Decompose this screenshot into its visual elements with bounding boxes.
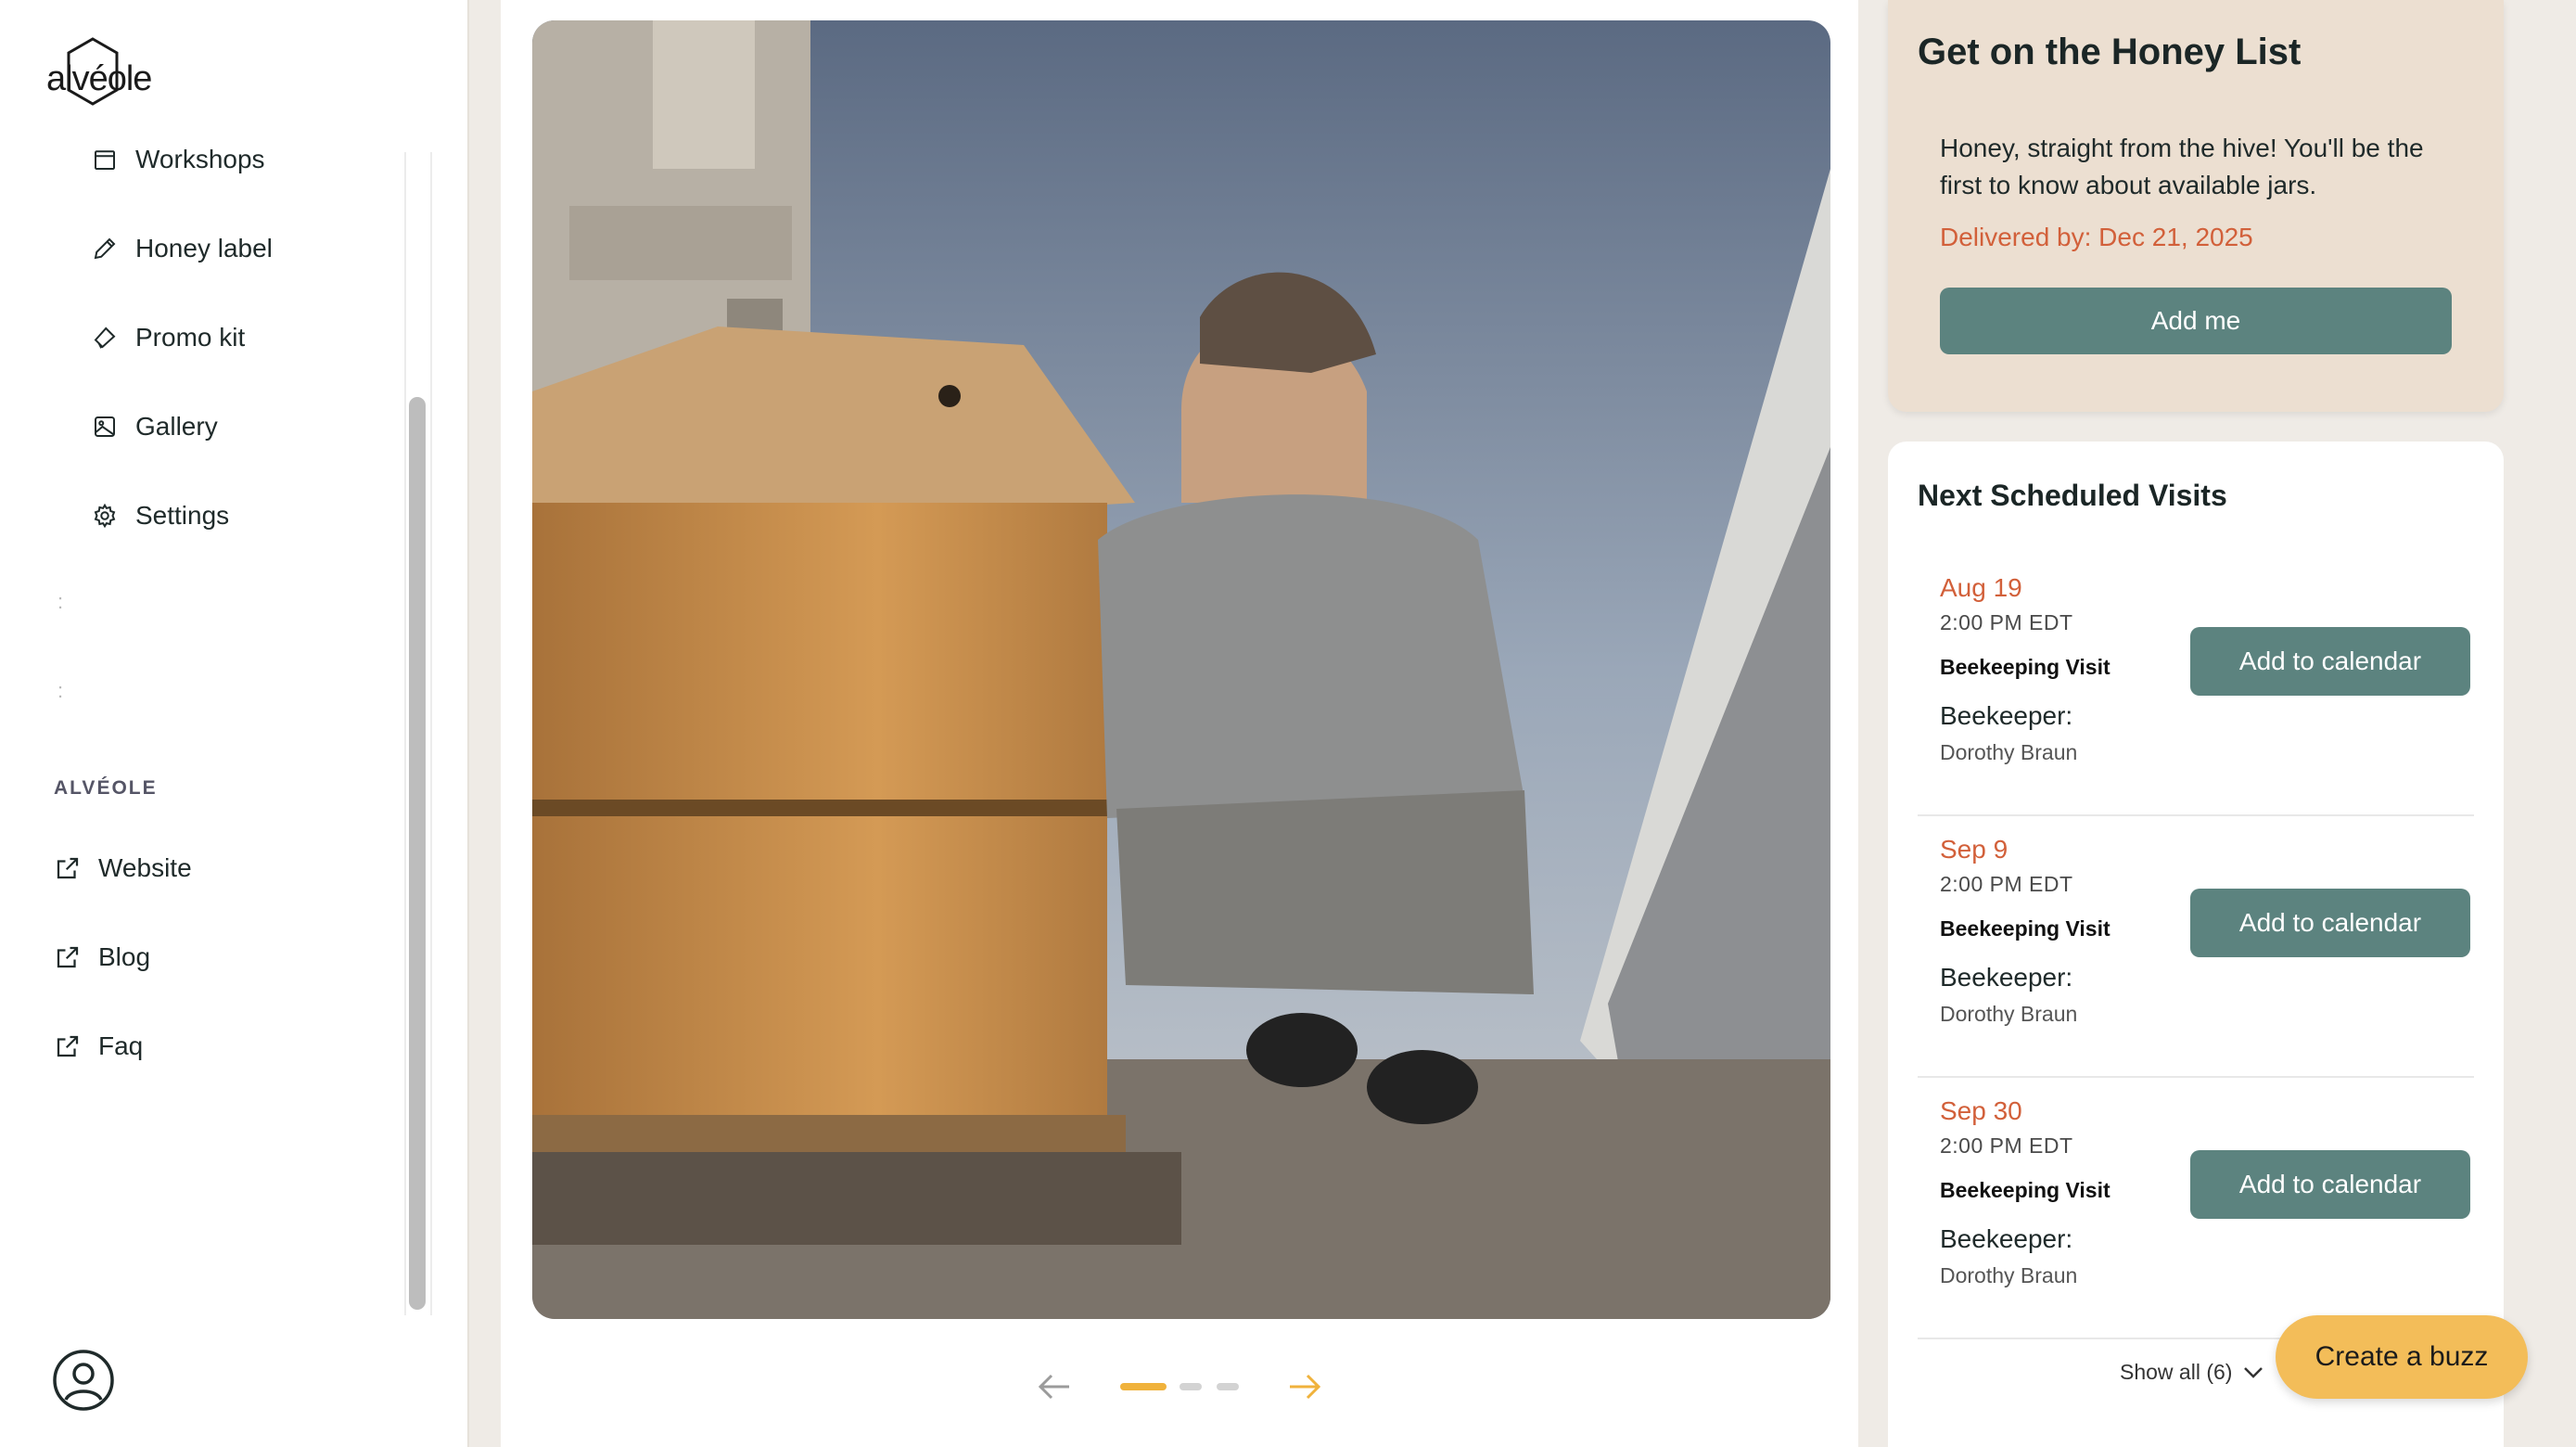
carousel-next-arrow-icon[interactable] <box>1282 1364 1328 1410</box>
sidebar-link-label: Blog <box>98 942 151 971</box>
chevron-down-icon <box>2244 1366 2264 1378</box>
carousel-prev-arrow-icon[interactable] <box>1031 1364 1078 1410</box>
scheduled-visits-card: Next Scheduled Visits Aug 19 2:00 PM EDT… <box>1888 442 2504 1447</box>
add-to-calendar-button[interactable]: Add to calendar <box>2190 1150 2470 1219</box>
megaphone-icon <box>89 322 121 353</box>
sidebar-link-faq[interactable]: Faq <box>52 1018 143 1074</box>
beekeeper-name: Dorothy Braun <box>1940 740 2078 764</box>
add-me-button[interactable]: Add me <box>1940 288 2452 354</box>
photo-carousel-controls <box>501 1364 1858 1410</box>
image-icon <box>89 411 121 442</box>
gear-icon <box>89 500 121 531</box>
sidebar-item-gallery[interactable]: Gallery <box>89 399 218 455</box>
add-to-calendar-button[interactable]: Add to calendar <box>2190 627 2470 696</box>
honey-list-card: Get on the Honey List Honey, straight fr… <box>1888 0 2504 412</box>
honey-delivery-date: Delivered by: Dec 21, 2025 <box>1940 223 2253 251</box>
honey-list-title: Get on the Honey List <box>1918 32 2302 72</box>
beekeeper-label: Beekeeper: <box>1940 1224 2073 1253</box>
external-link-icon <box>52 852 83 884</box>
visit-type: Beekeeping Visit <box>1940 916 2111 941</box>
sidebar-link-website[interactable]: Website <box>52 840 192 896</box>
visit-type: Beekeeping Visit <box>1940 1178 2111 1202</box>
carousel-page-indicator[interactable] <box>1217 1383 1239 1390</box>
divider <box>1918 814 2474 816</box>
beekeeper-name: Dorothy Braun <box>1940 1002 2078 1026</box>
create-a-buzz-button[interactable]: Create a buzz <box>2276 1315 2528 1399</box>
visit-date: Sep 9 <box>1940 835 2009 864</box>
honey-list-description: Honey, straight from the hive! You'll be… <box>1940 134 2424 199</box>
gallery-photo-beekeeper <box>532 20 1830 1319</box>
sidebar-item-label: Honey label <box>135 234 273 263</box>
beekeeper-label: Beekeeper: <box>1940 963 2073 992</box>
visit-item: Aug 19 2:00 PM EDT Beekeeping Visit Beek… <box>1918 573 2474 835</box>
carousel-page-indicator[interactable] <box>1180 1383 1202 1390</box>
sidebar-item-label: Promo kit <box>135 323 246 352</box>
divider <box>1918 1076 2474 1078</box>
beekeeper-label: Beekeeper: <box>1940 701 2073 730</box>
visit-type: Beekeeping Visit <box>1940 655 2111 679</box>
sidebar-item-promo-kit[interactable]: Promo kit <box>89 310 245 365</box>
visit-date: Sep 30 <box>1940 1096 2022 1125</box>
sidebar-item-label: Workshops <box>135 145 265 173</box>
sidebar-item-settings[interactable]: Settings <box>89 488 229 544</box>
sidebar-item-label: Settings <box>135 501 230 530</box>
sidebar-scrollbar-thumb[interactable] <box>409 397 426 1310</box>
calendar-icon <box>89 144 121 175</box>
carousel-page-indicator-active[interactable] <box>1120 1383 1167 1390</box>
external-link-icon <box>52 1031 83 1062</box>
pencil-icon <box>89 233 121 264</box>
visits-title: Next Scheduled Visits <box>1918 479 2227 512</box>
user-account-icon[interactable] <box>52 1349 115 1412</box>
sidebar-item-honey-label[interactable]: Honey label <box>89 221 273 276</box>
section-label-alveole: ALVÉOLE <box>54 777 158 799</box>
alveole-logo[interactable]: alvéole <box>43 37 152 111</box>
visit-item: Sep 9 2:00 PM EDT Beekeeping Visit Beeke… <box>1918 835 2474 1096</box>
logo-text: alvéole <box>46 59 152 98</box>
sidebar-item-workshops[interactable]: Workshops <box>89 132 265 187</box>
sidebar-link-label: Website <box>98 853 192 882</box>
main-content <box>501 0 1858 1447</box>
sidebar: alvéole Workshops Honey label Promo kit … <box>0 0 469 1447</box>
visit-time: 2:00 PM EDT <box>1940 1133 2073 1158</box>
visit-time: 2:00 PM EDT <box>1940 872 2073 896</box>
sidebar-link-blog[interactable]: Blog <box>52 929 150 985</box>
visit-time: 2:00 PM EDT <box>1940 610 2073 634</box>
show-all-visits-button[interactable]: Show all (6) <box>2120 1360 2264 1385</box>
add-to-calendar-button[interactable]: Add to calendar <box>2190 889 2470 957</box>
collapsed-item-marker: : <box>57 679 64 702</box>
show-all-label: Show all (6) <box>2120 1360 2233 1384</box>
beekeeper-name: Dorothy Braun <box>1940 1263 2078 1287</box>
collapsed-item-marker: : <box>57 590 64 613</box>
sidebar-item-label: Gallery <box>135 412 218 441</box>
sidebar-link-label: Faq <box>98 1031 144 1060</box>
external-link-icon <box>52 941 83 973</box>
visit-date: Aug 19 <box>1940 573 2022 602</box>
